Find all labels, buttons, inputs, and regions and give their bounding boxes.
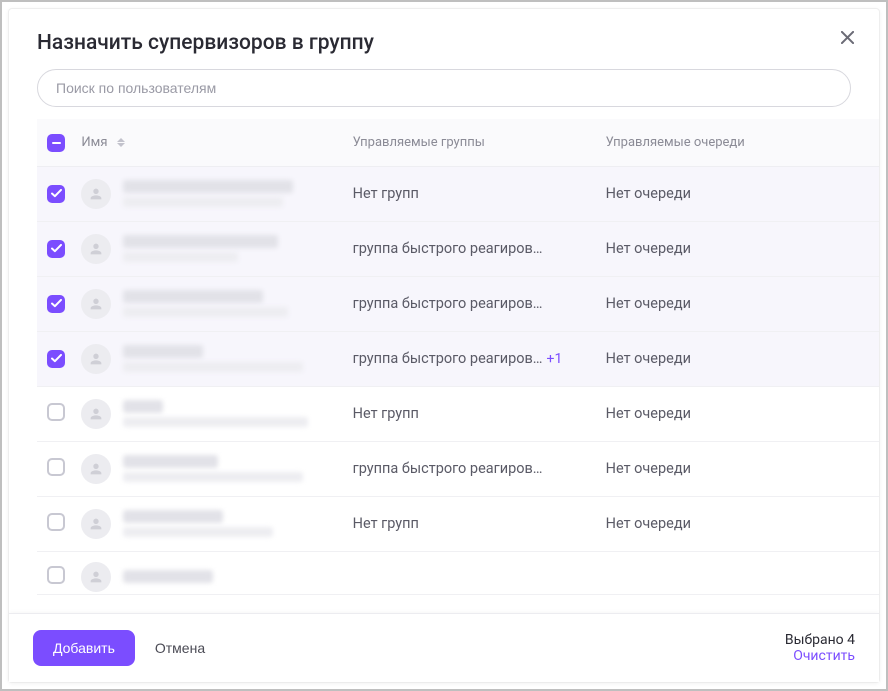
row-checkbox[interactable] xyxy=(47,566,65,584)
row-checkbox[interactable] xyxy=(47,458,65,476)
user-name-redacted xyxy=(123,290,332,317)
table-row[interactable]: группа быстрого реагиров…Нет очереди xyxy=(37,276,879,331)
managed-queues-cell: Нет очереди xyxy=(596,166,839,221)
row-checkbox[interactable] xyxy=(47,350,65,368)
table-row[interactable]: Нет группНет очереди xyxy=(37,496,879,551)
managed-groups-cell: группа быстрого реагиров… xyxy=(343,441,596,496)
assign-supervisors-modal: Назначить супервизоров в группу xyxy=(8,8,880,683)
row-checkbox[interactable] xyxy=(47,185,65,203)
managed-groups-cell: Нет групп xyxy=(343,386,596,441)
column-header-groups[interactable]: Управляемые группы xyxy=(353,135,485,150)
managed-queues-cell: Нет очереди xyxy=(596,276,839,331)
managed-queues-cell: Нет очереди xyxy=(596,496,839,551)
table-row[interactable]: группа быстрого реагиров…Нет очереди xyxy=(37,221,879,276)
table-row[interactable] xyxy=(37,551,879,594)
avatar xyxy=(81,509,111,539)
managed-queues-cell: Нет очереди xyxy=(596,221,839,276)
row-checkbox[interactable] xyxy=(47,403,65,421)
managed-queues-cell: Нет очереди xyxy=(596,441,839,496)
clear-selection-link[interactable]: Очистить xyxy=(785,648,855,664)
table-row[interactable]: группа быстрого реагиров…Нет очереди xyxy=(37,441,879,496)
managed-groups-cell: группа быстрого реагиров… xyxy=(343,276,596,331)
avatar xyxy=(81,562,111,592)
modal-footer: Добавить Отмена Выбрано 4 Очистить xyxy=(9,613,879,682)
row-checkbox[interactable] xyxy=(47,240,65,258)
user-name-redacted xyxy=(123,400,332,427)
managed-queues-cell: Нет очереди xyxy=(596,331,839,386)
search-input[interactable] xyxy=(37,69,851,107)
cancel-button[interactable]: Отмена xyxy=(147,630,213,666)
users-table: Имя Управляемые группы Управляемые очере… xyxy=(37,119,879,595)
close-icon[interactable] xyxy=(835,25,859,49)
user-name-redacted xyxy=(123,180,332,207)
user-name-redacted xyxy=(123,455,332,482)
avatar xyxy=(81,399,111,429)
user-name-redacted xyxy=(123,235,332,262)
avatar xyxy=(81,234,111,264)
more-groups-badge[interactable]: +1 xyxy=(547,351,563,367)
row-checkbox[interactable] xyxy=(47,513,65,531)
avatar xyxy=(81,344,111,374)
user-name-redacted xyxy=(123,570,332,583)
select-all-checkbox[interactable] xyxy=(47,134,65,152)
add-button[interactable]: Добавить xyxy=(33,630,135,666)
column-header-queues[interactable]: Управляемые очереди xyxy=(606,135,745,150)
managed-groups-cell: группа быстрого реагиров…+1 xyxy=(343,331,596,386)
managed-groups-cell: группа быстрого реагиров… xyxy=(343,221,596,276)
column-header-name[interactable]: Имя xyxy=(81,135,107,150)
avatar xyxy=(81,179,111,209)
managed-queues-cell: Нет очереди xyxy=(596,386,839,441)
table-row[interactable]: Нет группНет очереди xyxy=(37,386,879,441)
user-name-redacted xyxy=(123,345,332,372)
managed-groups-cell: Нет групп xyxy=(343,496,596,551)
user-name-redacted xyxy=(123,510,332,537)
table-row[interactable]: группа быстрого реагиров…+1Нет очереди xyxy=(37,331,879,386)
selected-count: Выбрано 4 xyxy=(785,632,855,648)
sort-icon[interactable] xyxy=(117,138,125,147)
avatar xyxy=(81,289,111,319)
table-row[interactable]: Нет группНет очереди xyxy=(37,166,879,221)
row-checkbox[interactable] xyxy=(47,295,65,313)
modal-title: Назначить супервизоров в группу xyxy=(37,31,851,55)
managed-groups-cell: Нет групп xyxy=(343,166,596,221)
avatar xyxy=(81,454,111,484)
